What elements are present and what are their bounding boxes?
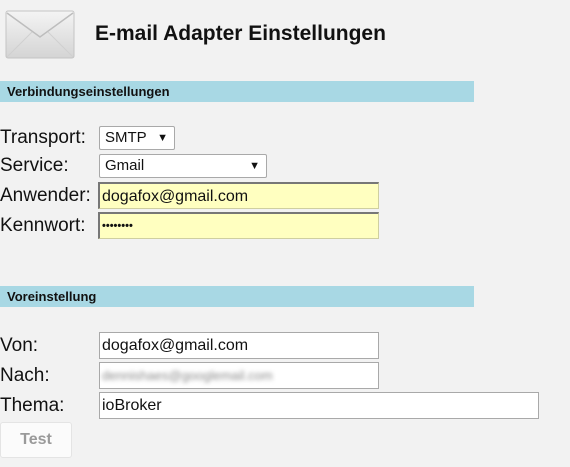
- from-label: Von:: [0, 335, 39, 356]
- page-title: E-mail Adapter Einstellungen: [95, 22, 386, 45]
- chevron-down-icon: ▼: [249, 160, 260, 172]
- subject-input[interactable]: ioBroker: [99, 392, 539, 419]
- subject-label: Thema:: [0, 395, 65, 416]
- service-label: Service:: [0, 155, 69, 176]
- section-connection-settings: Verbindungseinstellungen: [0, 81, 474, 102]
- test-button[interactable]: Test: [0, 422, 72, 458]
- chevron-down-icon: ▼: [157, 132, 168, 144]
- from-input[interactable]: dogafox@gmail.com: [99, 332, 379, 359]
- to-label: Nach:: [0, 365, 50, 386]
- header: E-mail Adapter Einstellungen: [0, 0, 570, 72]
- section-defaults: Voreinstellung: [0, 286, 474, 307]
- password-input[interactable]: ••••••••: [98, 212, 379, 239]
- transport-label: Transport:: [0, 127, 86, 148]
- to-input[interactable]: dennishaes@googlemail.com: [99, 362, 379, 389]
- password-label: Kennwort:: [0, 215, 86, 236]
- user-input[interactable]: dogafox@gmail.com: [98, 182, 379, 209]
- envelope-icon: [5, 10, 75, 65]
- service-selected-value: Gmail: [105, 157, 145, 174]
- to-input-value: dennishaes@googlemail.com: [102, 368, 273, 383]
- transport-select[interactable]: SMTP ▼: [99, 126, 175, 150]
- transport-selected-value: SMTP: [105, 129, 147, 146]
- user-label: Anwender:: [0, 185, 91, 206]
- service-select[interactable]: Gmail ▼: [99, 154, 267, 178]
